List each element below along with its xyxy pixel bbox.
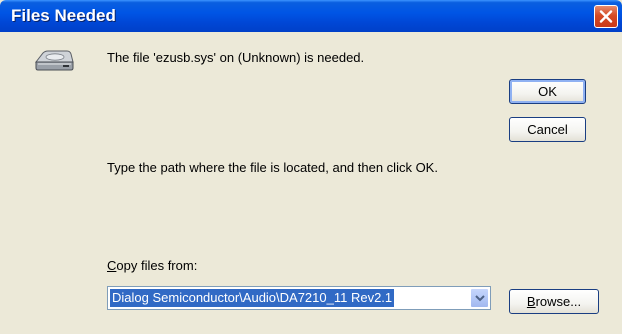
browse-button[interactable]: Browse... <box>509 289 599 314</box>
window-title: Files Needed <box>11 6 116 25</box>
copy-files-from-combobox[interactable]: Dialog Semiconductor\Audio\DA7210_11 Rev… <box>107 286 491 310</box>
close-icon <box>599 10 613 23</box>
copy-path-value[interactable]: Dialog Semiconductor\Audio\DA7210_11 Rev… <box>110 289 395 307</box>
close-button[interactable] <box>594 5 618 28</box>
dropdown-button[interactable] <box>470 288 489 308</box>
disk-drive-icon <box>34 50 74 71</box>
browse-accelerator: B <box>526 294 536 309</box>
cancel-button[interactable]: Cancel <box>509 117 586 142</box>
copy-files-from-label: Copy files from: <box>107 258 198 273</box>
file-needed-message: The file 'ezusb.sys' on (Unknown) is nee… <box>107 50 365 65</box>
files-needed-dialog: Files Needed The file 'ezusb.sys' on (Un… <box>0 0 622 334</box>
title-bar[interactable]: Files Needed <box>0 0 622 32</box>
path-instruction: Type the path where the file is located,… <box>107 160 438 175</box>
label-accelerator: C <box>107 258 117 273</box>
chevron-down-icon <box>475 295 485 302</box>
ok-button[interactable]: OK <box>509 79 586 104</box>
